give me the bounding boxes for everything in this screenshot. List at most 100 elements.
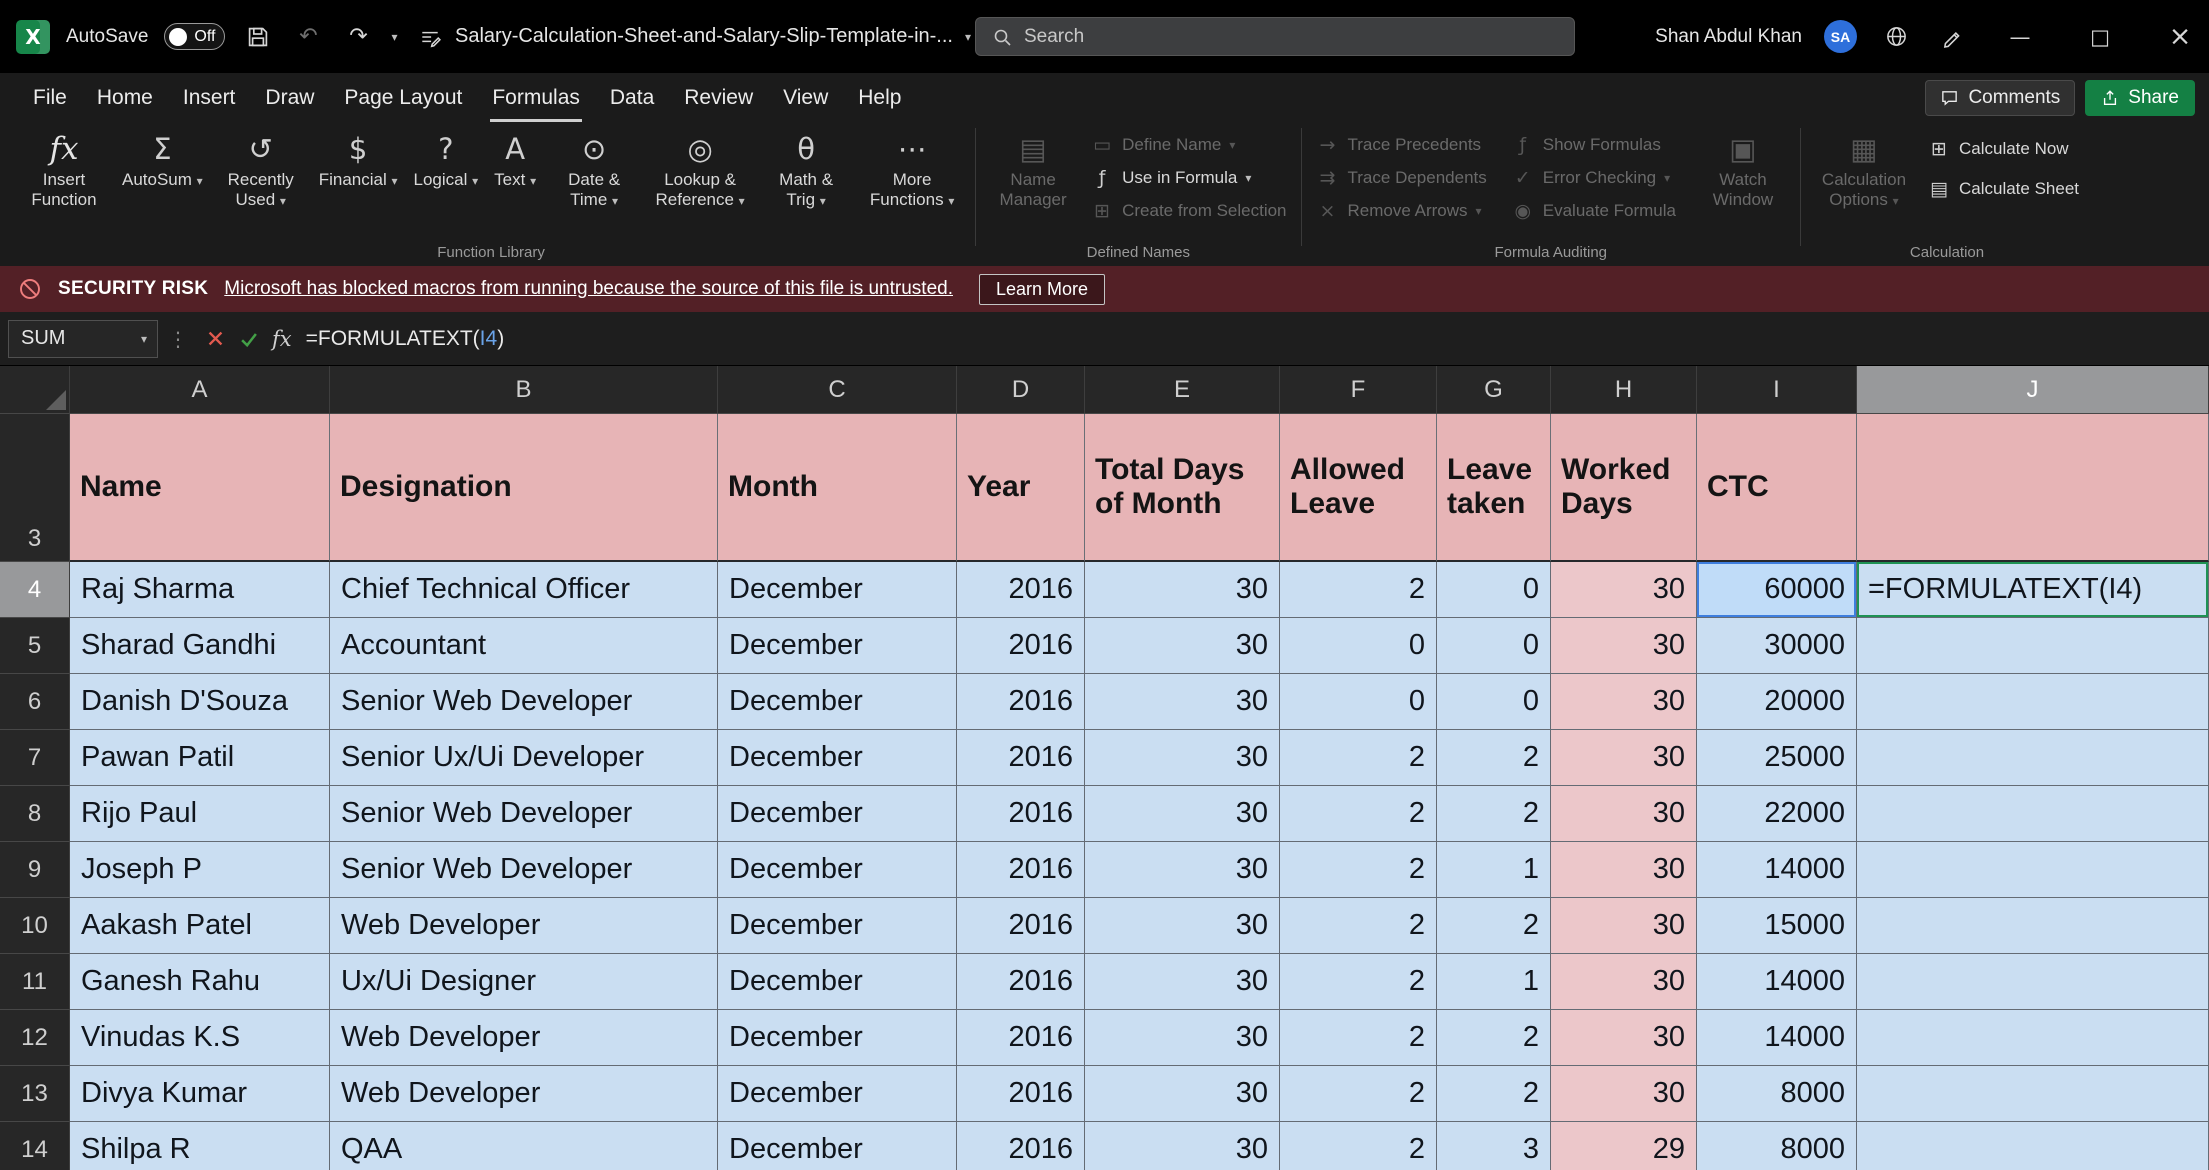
cell-b4[interactable]: Chief Technical Officer (330, 562, 718, 618)
column-header-j[interactable]: J (1857, 366, 2209, 414)
text-button[interactable]: A Text ▾ (486, 124, 544, 190)
cell-g13[interactable]: 2 (1437, 1066, 1551, 1122)
undo-icon[interactable]: ↶ (291, 20, 325, 54)
cell-c14[interactable]: December (718, 1122, 957, 1170)
cell-i8[interactable]: 22000 (1697, 786, 1857, 842)
cell-e11[interactable]: 30 (1085, 954, 1280, 1010)
cancel-entry-button[interactable] (198, 320, 232, 358)
cell-i6[interactable]: 20000 (1697, 674, 1857, 730)
cell-h7[interactable]: 30 (1551, 730, 1697, 786)
cell-h6[interactable]: 30 (1551, 674, 1697, 730)
user-name[interactable]: Shan Abdul Khan (1655, 26, 1802, 48)
formula-input[interactable]: =FORMULATEXT(I4) (306, 327, 505, 351)
date-time-button[interactable]: ⊙ Date & Time ▾ (544, 124, 644, 210)
cell-b5[interactable]: Accountant (330, 618, 718, 674)
search-box[interactable]: Search (975, 17, 1575, 56)
row-header-8[interactable]: 8 (0, 786, 70, 842)
tab-view[interactable]: View (768, 73, 843, 122)
recently-used-button[interactable]: ↺ Recently Used ▾ (211, 124, 311, 210)
cell-f13[interactable]: 2 (1280, 1066, 1437, 1122)
cell-h11[interactable]: 30 (1551, 954, 1697, 1010)
column-header-a[interactable]: A (70, 366, 330, 414)
cell-b6[interactable]: Senior Web Developer (330, 674, 718, 730)
cell-a7[interactable]: Pawan Patil (70, 730, 330, 786)
select-all-corner[interactable] (0, 366, 70, 414)
cell-d10[interactable]: 2016 (957, 898, 1085, 954)
share-button[interactable]: Share (2085, 80, 2195, 116)
row-header-9[interactable]: 9 (0, 842, 70, 898)
row-header-14[interactable]: 14 (0, 1122, 70, 1170)
cell-d7[interactable]: 2016 (957, 730, 1085, 786)
row-header-6[interactable]: 6 (0, 674, 70, 730)
autosum-button[interactable]: Σ AutoSum ▾ (114, 124, 211, 190)
cell-g11[interactable]: 1 (1437, 954, 1551, 1010)
cell-a12[interactable]: Vinudas K.S (70, 1010, 330, 1066)
cell-f6[interactable]: 0 (1280, 674, 1437, 730)
tab-formulas[interactable]: Formulas (477, 73, 595, 122)
tab-draw[interactable]: Draw (250, 73, 329, 122)
cell-d6[interactable]: 2016 (957, 674, 1085, 730)
create-from-selection-button[interactable]: ⊞ Create from Selection (1083, 196, 1293, 226)
more-functions-button[interactable]: ⋯ More Functions ▾ (856, 124, 968, 210)
cell-e6[interactable]: 30 (1085, 674, 1280, 730)
cell-e12[interactable]: 30 (1085, 1010, 1280, 1066)
cell-f14[interactable]: 2 (1280, 1122, 1437, 1170)
cell-c9[interactable]: December (718, 842, 957, 898)
cell-g8[interactable]: 2 (1437, 786, 1551, 842)
document-title[interactable]: Salary-Calculation-Sheet-and-Salary-Slip… (455, 0, 971, 73)
cell-j9[interactable] (1857, 842, 2209, 898)
cell-e7[interactable]: 30 (1085, 730, 1280, 786)
use-in-formula-button[interactable]: ƒ Use in Formula ▾ (1083, 163, 1293, 193)
cell-j13[interactable] (1857, 1066, 2209, 1122)
cell-i13[interactable]: 8000 (1697, 1066, 1857, 1122)
cell-a14[interactable]: Shilpa R (70, 1122, 330, 1170)
cell-g4[interactable]: 0 (1437, 562, 1551, 618)
cell-i10[interactable]: 15000 (1697, 898, 1857, 954)
cell-j7[interactable] (1857, 730, 2209, 786)
cell-i4[interactable]: 60000 (1697, 562, 1857, 618)
cell-b14[interactable]: QAA (330, 1122, 718, 1170)
security-risk-message[interactable]: Microsoft has blocked macros from runnin… (224, 278, 953, 300)
cell-h10[interactable]: 30 (1551, 898, 1697, 954)
cell-e4[interactable]: 30 (1085, 562, 1280, 618)
cell-j12[interactable] (1857, 1010, 2209, 1066)
row-header-13[interactable]: 13 (0, 1066, 70, 1122)
enter-entry-button[interactable] (232, 320, 266, 358)
worksheet[interactable]: A B C D E F G H I J 3 Name Designation M… (0, 366, 2209, 1170)
maximize-button[interactable]: □ (2071, 0, 2129, 73)
column-header-d[interactable]: D (957, 366, 1085, 414)
cell-e5[interactable]: 30 (1085, 618, 1280, 674)
customize-quick-access-toolbar-icon[interactable] (413, 20, 447, 54)
cell-c11[interactable]: December (718, 954, 957, 1010)
cell-d3[interactable]: Year (957, 414, 1085, 562)
column-header-c[interactable]: C (718, 366, 957, 414)
row-header-7[interactable]: 7 (0, 730, 70, 786)
column-header-b[interactable]: B (330, 366, 718, 414)
tab-page-layout[interactable]: Page Layout (329, 73, 477, 122)
cell-d9[interactable]: 2016 (957, 842, 1085, 898)
column-header-f[interactable]: F (1280, 366, 1437, 414)
cell-b9[interactable]: Senior Web Developer (330, 842, 718, 898)
cell-d5[interactable]: 2016 (957, 618, 1085, 674)
cell-e8[interactable]: 30 (1085, 786, 1280, 842)
cell-b13[interactable]: Web Developer (330, 1066, 718, 1122)
row-header-3[interactable]: 3 (0, 414, 70, 562)
calculation-options-button[interactable]: ▦ Calculation Options ▾ (1808, 124, 1920, 210)
cell-f8[interactable]: 2 (1280, 786, 1437, 842)
tab-data[interactable]: Data (595, 73, 669, 122)
cell-h12[interactable]: 30 (1551, 1010, 1697, 1066)
cell-b3[interactable]: Designation (330, 414, 718, 562)
globe-icon[interactable] (1879, 20, 1913, 54)
cell-j8[interactable] (1857, 786, 2209, 842)
show-formulas-button[interactable]: ƒ Show Formulas (1504, 130, 1683, 160)
cell-d8[interactable]: 2016 (957, 786, 1085, 842)
cell-i14[interactable]: 8000 (1697, 1122, 1857, 1170)
cell-h14[interactable]: 29 (1551, 1122, 1697, 1170)
redo-dropdown-chevron-icon[interactable]: ▾ (391, 30, 397, 44)
cell-a9[interactable]: Joseph P (70, 842, 330, 898)
evaluate-formula-button[interactable]: ◉ Evaluate Formula (1504, 196, 1683, 226)
redo-icon[interactable]: ↷ (341, 20, 375, 54)
row-header-12[interactable]: 12 (0, 1010, 70, 1066)
tab-insert[interactable]: Insert (168, 73, 251, 122)
cell-e10[interactable]: 30 (1085, 898, 1280, 954)
